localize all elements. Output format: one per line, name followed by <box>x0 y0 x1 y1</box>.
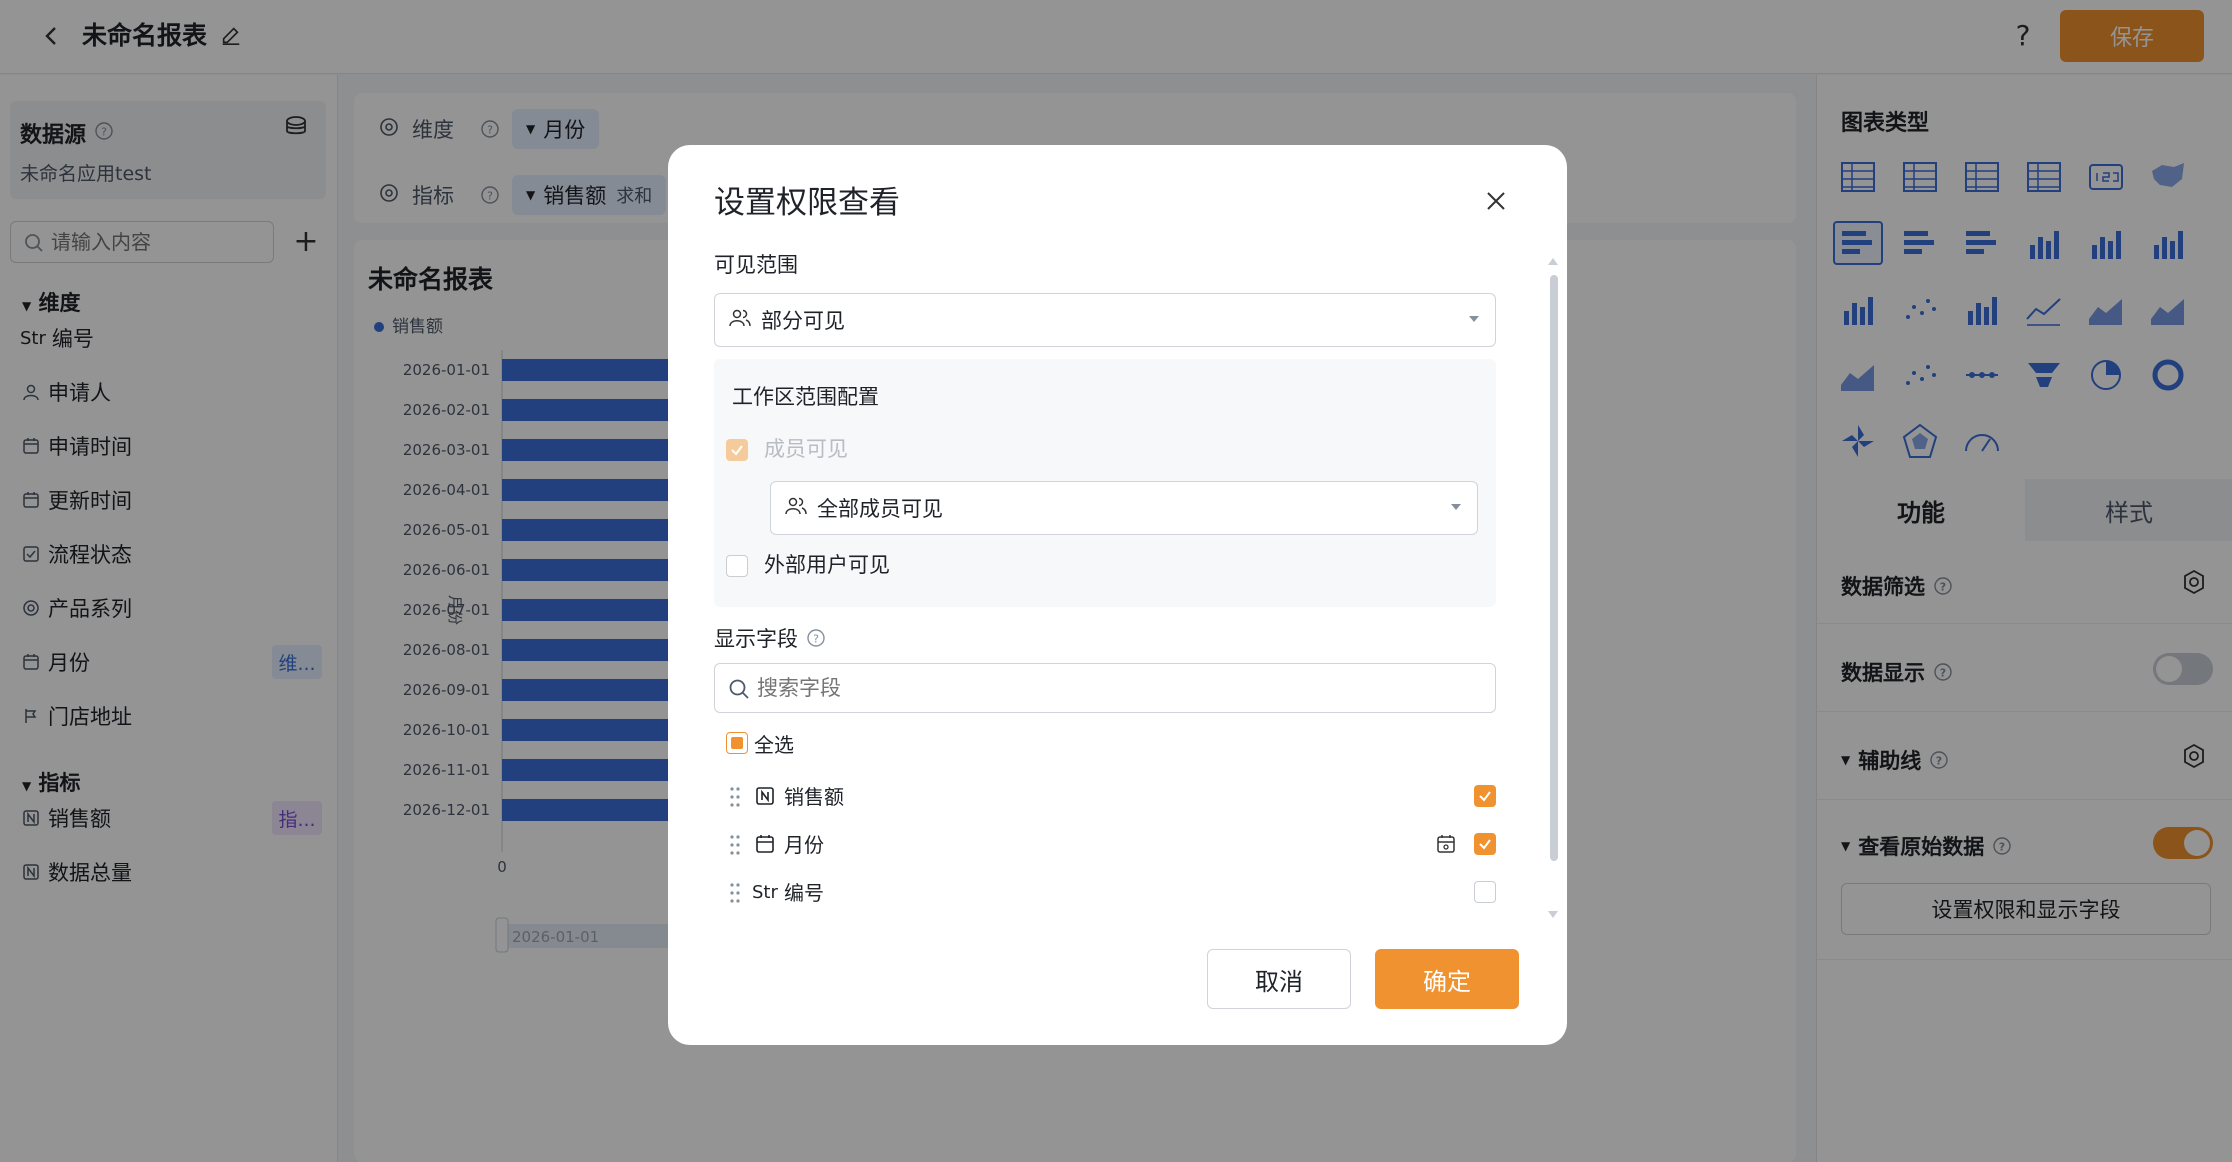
check-icon <box>1479 839 1491 850</box>
visible-scope-select[interactable]: 部分可见 <box>714 293 1496 347</box>
member-visible-label: 成员可见 <box>764 437 848 461</box>
drag-handle-icon[interactable] <box>728 881 742 905</box>
confirm-button[interactable]: 确定 <box>1375 949 1519 1009</box>
drag-handle-icon[interactable] <box>728 833 742 857</box>
help-circle-icon[interactable]: ? <box>806 628 826 648</box>
visible-scope-label: 可见范围 <box>714 253 798 277</box>
field-checkbox-sales[interactable] <box>1474 785 1496 807</box>
select-all-checkbox[interactable] <box>726 732 748 754</box>
scroll-down-arrow[interactable] <box>1548 905 1558 918</box>
users-icon <box>729 307 751 334</box>
users-icon <box>785 495 807 522</box>
calendar-icon <box>754 833 776 855</box>
caret-down-icon <box>1469 316 1479 322</box>
date-setting-icon[interactable] <box>1436 834 1456 858</box>
select-value: 全部成员可见 <box>817 497 943 521</box>
field-checkbox-month[interactable] <box>1474 833 1496 855</box>
scrollbar-thumb[interactable] <box>1550 275 1558 861</box>
text-type-icon: Str <box>752 881 778 903</box>
member-visible-checkbox <box>726 439 748 461</box>
display-fields-label: 显示字段 ? <box>714 623 826 653</box>
workspace-scope-title: 工作区范围配置 <box>732 385 879 409</box>
field-label: 销售额 <box>784 785 844 809</box>
drag-handle-icon[interactable] <box>728 785 742 809</box>
field-row-id: Str 编号 <box>728 873 1496 913</box>
close-icon[interactable] <box>1478 183 1514 219</box>
cancel-button[interactable]: 取消 <box>1207 949 1351 1009</box>
search-icon <box>727 677 751 701</box>
select-value: 部分可见 <box>761 309 845 333</box>
permission-dialog: 设置权限查看 可见范围 部分可见 工作区范围配置 成员可见 全部成员可见 外部用… <box>668 145 1567 1045</box>
fields-search-box[interactable] <box>714 663 1496 713</box>
field-row-sales: 销售额 <box>728 777 1496 817</box>
svg-text:?: ? <box>813 633 819 646</box>
label-text: 显示字段 <box>714 627 798 651</box>
field-label: 月份 <box>784 833 824 857</box>
field-label: 编号 <box>784 881 824 905</box>
check-icon <box>1479 791 1491 802</box>
select-all-label: 全选 <box>754 733 794 757</box>
fields-search-input[interactable] <box>757 676 1457 700</box>
field-row-month: 月份 <box>728 825 1496 865</box>
caret-down-icon <box>1451 504 1461 510</box>
number-icon <box>754 785 776 807</box>
field-checkbox-id[interactable] <box>1474 881 1496 903</box>
scroll-up-arrow[interactable] <box>1548 251 1558 265</box>
check-icon <box>731 445 743 456</box>
external-visible-checkbox[interactable] <box>726 555 748 577</box>
member-scope-select[interactable]: 全部成员可见 <box>770 481 1478 535</box>
workspace-scope-config: 工作区范围配置 成员可见 全部成员可见 外部用户可见 <box>714 359 1496 607</box>
dialog-title: 设置权限查看 <box>714 185 900 221</box>
external-visible-label: 外部用户可见 <box>764 553 890 577</box>
